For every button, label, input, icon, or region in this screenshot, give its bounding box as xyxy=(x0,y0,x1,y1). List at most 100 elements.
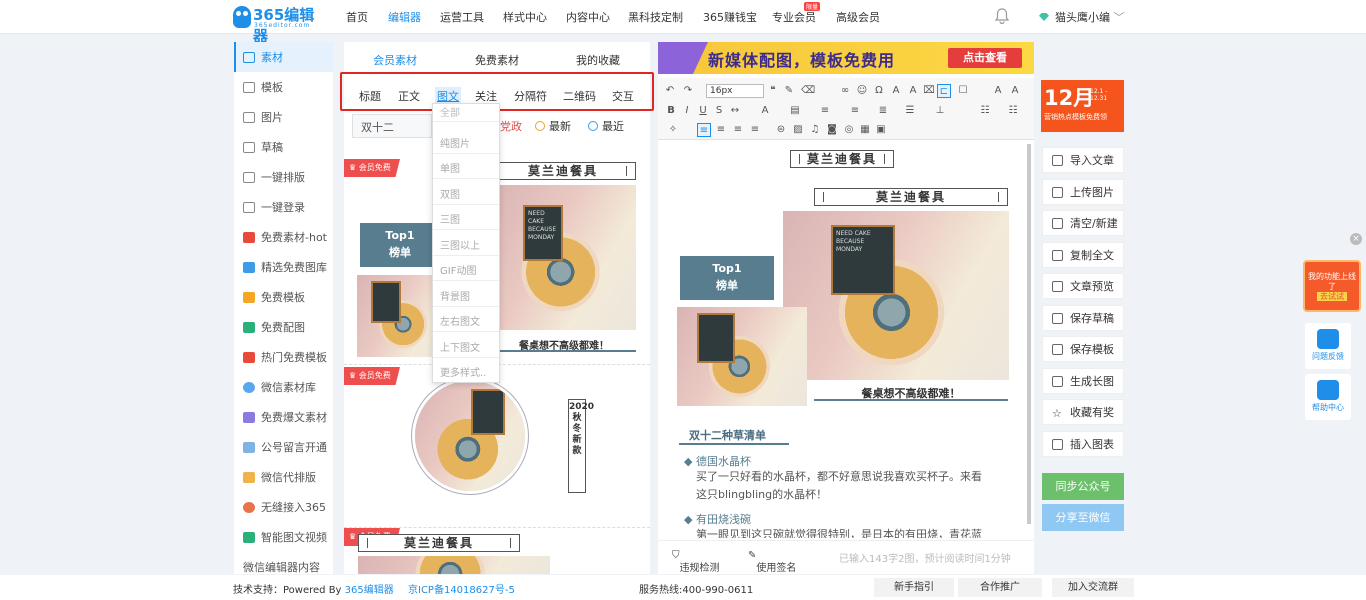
editor-title-2[interactable]: 莫兰迪餐具 xyxy=(814,188,1008,206)
use-signature[interactable]: ✎ 使用签名 xyxy=(748,550,796,574)
align-menu-icon[interactable]: ≣ xyxy=(876,104,890,118)
nav-home[interactable]: 首页 xyxy=(346,9,368,25)
sidebar-item-template[interactable]: 模板 xyxy=(234,72,333,102)
tab-divider[interactable]: 分隔符 xyxy=(514,88,547,104)
save-draft-button[interactable]: 保存草稿 xyxy=(1042,305,1124,331)
sidebar-item-material[interactable]: 素材 xyxy=(234,42,333,72)
nav-style-center[interactable]: 样式中心 xyxy=(503,9,547,25)
logo[interactable]: 365编辑器 365editor.com xyxy=(233,4,325,45)
tab-follow[interactable]: 关注 xyxy=(475,88,497,104)
nav-earn[interactable]: 365赚钱宝 xyxy=(703,9,757,25)
dropdown-option[interactable]: 三图 xyxy=(433,205,499,230)
justify-icon[interactable]: ≡ xyxy=(748,123,762,137)
highlight-icon[interactable]: ▤ xyxy=(788,104,802,118)
magic-icon[interactable]: ✧ xyxy=(666,123,680,137)
sidebar-item-hot-template[interactable]: 热门免费模板 xyxy=(234,342,333,372)
sidebar-item-auto-layout[interactable]: 一键排版 xyxy=(234,162,333,192)
sidebar-item-free-template[interactable]: 免费模板 xyxy=(234,282,333,312)
underline-icon[interactable]: U xyxy=(696,104,710,118)
bold-icon[interactable]: B xyxy=(664,104,678,118)
editor-paragraph[interactable]: 买了一只好看的水晶杯，都不好意思说我喜欢买杯子。来看 xyxy=(696,468,982,486)
share-wechat-button[interactable]: 分享至微信 xyxy=(1042,504,1124,531)
font-size-select[interactable]: 16px xyxy=(706,84,764,98)
filter-recent[interactable]: 最近 xyxy=(588,118,624,134)
sidebar-item-free-hot[interactable]: 免费素材-hot xyxy=(234,222,333,252)
search-input[interactable]: 双十二 xyxy=(352,114,432,138)
font-color-icon[interactable]: A xyxy=(758,104,772,118)
dropdown-option[interactable]: 更多样式.. xyxy=(433,358,499,383)
long-image-button[interactable]: 生成长图 xyxy=(1042,368,1124,394)
tab-title[interactable]: 标题 xyxy=(359,88,381,104)
tab-body[interactable]: 正文 xyxy=(398,88,420,104)
strike-icon[interactable]: S xyxy=(712,104,726,118)
numbered-list-icon[interactable]: ☷ xyxy=(1006,104,1020,118)
editor-top1[interactable]: Top1 榜单 xyxy=(680,256,774,300)
eraser-icon[interactable]: ⌫ xyxy=(801,84,815,98)
dropdown-option[interactable]: 双图 xyxy=(433,180,499,205)
banner-button[interactable]: 点击查看 xyxy=(948,48,1022,68)
bullet-list-icon[interactable]: ☷ xyxy=(978,104,992,118)
violation-check[interactable]: ⛉ 违规检测 xyxy=(672,550,720,574)
line-height-icon[interactable]: ≡ xyxy=(818,104,832,118)
sidebar-item-wechat-library[interactable]: 微信素材库 xyxy=(234,372,333,402)
preview-button[interactable]: 文章预览 xyxy=(1042,273,1124,299)
editor-small-photo[interactable] xyxy=(677,307,807,406)
dropdown-option[interactable]: 单图 xyxy=(433,154,499,179)
format-painter-icon[interactable]: A xyxy=(906,84,920,98)
list-menu-icon[interactable]: ☰ xyxy=(903,104,917,118)
material-card[interactable]: ♛ 会员免费 2020秋冬新款 xyxy=(344,364,650,524)
user-menu[interactable]: 猫头鹰小编 ﹀ xyxy=(1039,9,1125,25)
omega-icon[interactable]: Ω xyxy=(872,84,886,98)
dropdown-option[interactable]: 背景图 xyxy=(433,282,499,307)
save-template-button[interactable]: 保存模板 xyxy=(1042,336,1124,362)
tab-my-favorites[interactable]: 我的收藏 xyxy=(576,52,620,68)
align-right-icon[interactable]: ≡ xyxy=(731,123,745,137)
redo-icon[interactable]: ↷ xyxy=(681,84,695,98)
font-size-up-icon[interactable]: A xyxy=(889,84,903,98)
filter-latest[interactable]: 最新 xyxy=(535,118,571,134)
spacing-icon[interactable]: ↔ xyxy=(728,104,742,118)
map-icon[interactable]: ◎ xyxy=(842,123,856,137)
guide-button[interactable]: 新手指引 xyxy=(874,578,954,597)
tab-interactive[interactable]: 交互 xyxy=(612,88,634,104)
bullet-heading-1[interactable]: ◆ 德国水晶杯 xyxy=(684,453,751,469)
tab-member-material[interactable]: 会员素材 xyxy=(373,52,417,68)
bullet-heading-2[interactable]: ◆ 有田烧浅碗 xyxy=(684,511,751,527)
table-icon[interactable]: ▦ xyxy=(858,123,872,137)
sidebar-item-proxy[interactable]: 微信代排版 xyxy=(234,462,333,492)
template-insert-icon[interactable]: ▣ xyxy=(874,123,888,137)
sidebar-item-image[interactable]: 图片 xyxy=(234,102,333,132)
italic-icon[interactable]: I xyxy=(680,104,694,118)
sidebar-item-viral[interactable]: 免费爆文素材 xyxy=(234,402,333,432)
editor-main-photo[interactable]: NEED CAKE BECAUSE MONDAY xyxy=(783,211,1009,380)
upload-image-button[interactable]: 上传图片 xyxy=(1042,179,1124,205)
align-vert-icon[interactable]: ⊥ xyxy=(933,104,947,118)
footer-brand-link[interactable]: 365编辑器 xyxy=(345,585,394,596)
sync-wechat-button[interactable]: 同步公众号 xyxy=(1042,473,1124,500)
paragraph-icon[interactable]: ≡ xyxy=(848,104,862,118)
quote-icon[interactable]: ❝ xyxy=(766,84,780,98)
text-case-icon[interactable]: A xyxy=(991,84,1005,98)
sidebar-item-video[interactable]: 智能图文视频 xyxy=(234,522,333,552)
hr-icon[interactable]: ⊜ xyxy=(774,123,788,137)
sidebar-item-login[interactable]: 一键登录 xyxy=(234,192,333,222)
paint-icon[interactable]: ✎ xyxy=(782,84,796,98)
music-icon[interactable]: ♫ xyxy=(808,123,822,137)
close-icon[interactable]: × xyxy=(1350,233,1362,245)
join-group-button[interactable]: 加入交流群 xyxy=(1052,578,1134,597)
dropdown-option[interactable]: 上下图文 xyxy=(433,333,499,358)
editor-paragraph[interactable]: 第一眼见到这只碗就觉得很特别，是日本的有田烧，青花蓝 xyxy=(696,526,1006,538)
align-center-icon[interactable]: ≡ xyxy=(714,123,728,137)
align-left-icon[interactable]: ≡ xyxy=(697,123,711,137)
icp-link[interactable]: 京ICP备14018627号-5 xyxy=(408,581,515,596)
editor-title-1[interactable]: 莫兰迪餐具 xyxy=(790,150,894,168)
favorite-reward-button[interactable]: ☆ 收藏有奖 xyxy=(1042,399,1124,425)
december-promo[interactable]: 12月 12.1 - 12.31 营销热点模板免费领 xyxy=(1041,80,1124,132)
tab-free-material[interactable]: 免费素材 xyxy=(475,52,519,68)
insert-chart-button[interactable]: 插入图表 xyxy=(1042,431,1124,457)
help-center-button[interactable]: 帮助中心 xyxy=(1305,374,1351,420)
sidebar-item-free-image[interactable]: 免费配图 xyxy=(234,312,333,342)
indent-icon[interactable]: ⊏ xyxy=(937,84,951,98)
dropdown-option[interactable]: 三图以上 xyxy=(433,231,499,256)
nav-premium-member[interactable]: 高级会员 xyxy=(836,9,880,25)
